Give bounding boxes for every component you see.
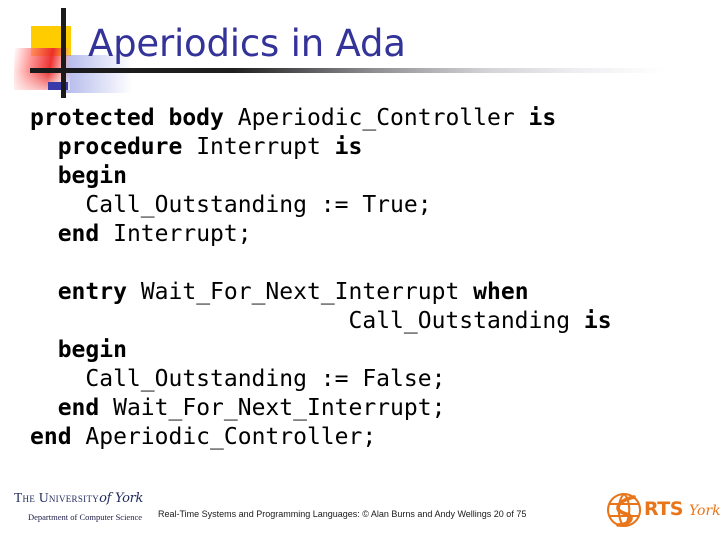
footer-note: Real-Time Systems and Programming Langua… <box>158 509 527 519</box>
code-block: protected body Aperiodic_Controller is p… <box>30 104 690 452</box>
code-line: protected body Aperiodic_Controller is <box>30 104 690 133</box>
code-keyword: is <box>583 308 612 334</box>
york-logo-university-text: The University <box>14 490 100 505</box>
code-identifier: Wait_For_Next_Interrupt <box>140 279 460 305</box>
globe-icon <box>607 492 642 527</box>
code-line: end Aperiodic_Controller; <box>30 423 690 452</box>
code-line: procedure Interrupt is <box>30 133 690 162</box>
york-logo-title: The Universityof York <box>14 490 143 506</box>
code-keyword: end <box>30 424 72 450</box>
code-keyword: when <box>473 279 529 305</box>
code-identifier: Wait_For_Next_Interrupt; <box>113 395 446 421</box>
code-line: end Interrupt; <box>30 220 690 249</box>
code-keyword: end <box>57 395 100 421</box>
decoration-horizontal-rule <box>30 68 665 73</box>
rts-acronym: RTS <box>644 498 683 520</box>
university-of-york-logo: The Universityof York Department of Comp… <box>12 488 155 532</box>
code-keyword: end <box>57 221 100 247</box>
code-keyword: entry <box>57 279 127 305</box>
code-keyword: protected body <box>30 105 224 131</box>
page-title: Aperiodics in Ada <box>88 22 406 65</box>
code-identifier: Interrupt; <box>113 221 252 247</box>
code-keyword: begin <box>57 163 127 189</box>
code-identifier: Aperiodic_Controller <box>237 105 515 131</box>
code-identifier: Interrupt <box>196 134 321 160</box>
rts-york-logo: RTS York <box>604 489 720 531</box>
code-keyword: begin <box>57 337 127 363</box>
york-logo-script-text: of York <box>99 491 144 506</box>
code-identifier: Call_Outstanding := False; <box>85 366 446 392</box>
slide-header: Aperiodics in Ada <box>0 0 720 98</box>
code-keyword: is <box>528 105 557 131</box>
code-line: begin <box>30 162 690 191</box>
code-line: end Wait_For_Next_Interrupt; <box>30 394 690 423</box>
code-keyword: procedure <box>57 134 183 160</box>
code-line: Call_Outstanding is <box>30 307 690 336</box>
rts-suffix: York <box>689 503 720 519</box>
code-identifier: Call_Outstanding <box>348 308 571 334</box>
code-identifier: Aperiodic_Controller; <box>85 424 377 450</box>
code-line: entry Wait_For_Next_Interrupt when <box>30 278 690 307</box>
code-identifier: Call_Outstanding := True; <box>85 192 432 218</box>
decoration-vertical-bar <box>61 8 66 98</box>
code-line: begin <box>30 336 690 365</box>
york-logo-department: Department of Computer Science <box>28 512 143 522</box>
code-keyword: is <box>334 134 363 160</box>
code-line: Call_Outstanding := True; <box>30 191 690 220</box>
code-line: Call_Outstanding := False; <box>30 365 690 394</box>
